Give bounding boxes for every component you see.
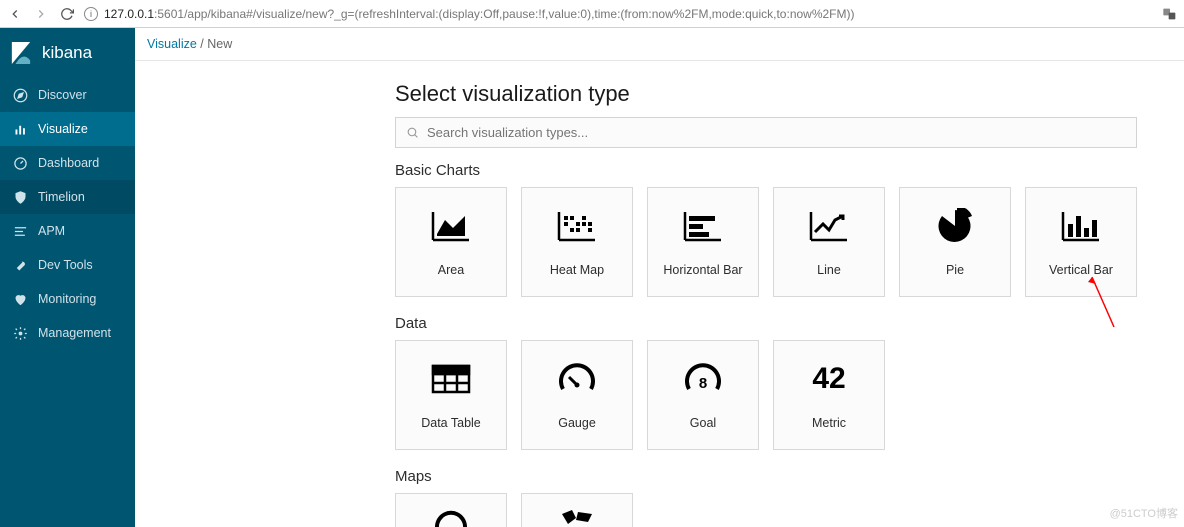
card-vertical-bar[interactable]: Vertical Bar [1025,187,1137,297]
brand-text: kibana [42,43,92,63]
browser-toolbar: i 127.0.0.1:5601/app/kibana#/visualize/n… [0,0,1184,28]
breadcrumb: Visualize / New [135,28,1184,61]
card-metric[interactable]: 42 Metric [773,340,885,450]
sidebar-item-label: Timelion [38,190,85,204]
back-button[interactable] [6,5,24,23]
sidebar-item-management[interactable]: Management [0,316,135,350]
card-pie[interactable]: Pie [899,187,1011,297]
sidebar-item-dashboard[interactable]: Dashboard [0,146,135,180]
section-title-basic: Basic Charts [395,162,1184,179]
sidebar-item-apm[interactable]: APM [0,214,135,248]
card-map-partial-2[interactable] [521,493,633,527]
card-map-partial[interactable] [395,493,507,527]
sidebar-item-label: Monitoring [38,292,96,306]
sidebar-item-label: Discover [38,88,87,102]
horizontal-bar-icon [683,207,723,245]
card-label: Metric [812,416,846,430]
watermark: @51CTO博客 [1110,505,1178,521]
list-icon [12,223,28,239]
region-map-icon [560,508,594,527]
pie-chart-icon [937,207,973,245]
content-area: Select visualization type Basic Charts A… [135,61,1184,527]
card-label: Heat Map [550,263,604,277]
reload-button[interactable] [58,5,76,23]
sidebar-item-label: APM [38,224,65,238]
bar-chart-icon [12,121,28,137]
card-label: Data Table [421,416,481,430]
line-chart-icon [809,207,849,245]
gauge-chart-icon [557,360,597,398]
card-label: Goal [690,416,716,430]
app-root: kibana Discover Visualize Dashboard Time… [0,28,1184,527]
data-row: Data Table Gauge 8 Goal 42 Metric [395,340,1184,450]
forward-button[interactable] [32,5,50,23]
gauge-icon [12,155,28,171]
section-title-data: Data [395,315,1184,332]
compass-icon [12,87,28,103]
breadcrumb-sep: / [197,37,207,51]
sidebar-item-label: Dashboard [38,156,99,170]
card-label: Horizontal Bar [663,263,742,277]
sidebar-item-label: Visualize [38,122,88,136]
address-bar[interactable]: i 127.0.0.1:5601/app/kibana#/visualize/n… [84,7,1154,21]
translate-icon[interactable] [1162,6,1178,22]
card-label: Pie [946,263,964,277]
breadcrumb-root[interactable]: Visualize [147,37,197,51]
shield-icon [12,189,28,205]
info-icon: i [84,7,98,21]
sidebar-item-visualize[interactable]: Visualize [0,112,135,146]
card-label: Area [438,263,464,277]
sidebar: kibana Discover Visualize Dashboard Time… [0,28,135,527]
sidebar-item-label: Management [38,326,111,340]
card-data-table[interactable]: Data Table [395,340,507,450]
card-label: Line [817,263,841,277]
card-area[interactable]: Area [395,187,507,297]
kibana-logo-icon [10,40,32,66]
card-goal[interactable]: 8 Goal [647,340,759,450]
heart-icon [12,291,28,307]
metric-value: 42 [812,362,845,396]
main-content: Visualize / New Select visualization typ… [135,28,1184,527]
brand[interactable]: kibana [0,28,135,78]
card-gauge[interactable]: Gauge [521,340,633,450]
maps-row [395,493,1184,527]
search-input[interactable] [427,125,1126,140]
breadcrumb-current: New [207,37,232,51]
sidebar-item-timelion[interactable]: Timelion [0,180,135,214]
basic-charts-row: Area Heat Map Horizontal Bar Line Pie [395,187,1184,297]
svg-text:8: 8 [699,375,707,392]
table-icon [431,360,471,398]
url-host: 127.0.0.1 [104,7,154,21]
search-icon [406,126,419,139]
globe-icon [434,508,468,527]
card-label: Gauge [558,416,596,430]
wrench-icon [12,257,28,273]
sidebar-item-label: Dev Tools [38,258,93,272]
search-box[interactable] [395,117,1137,148]
sidebar-item-discover[interactable]: Discover [0,78,135,112]
goal-icon: 8 [683,360,723,398]
vertical-bar-icon [1061,207,1101,245]
page-title: Select visualization type [395,81,1184,107]
heatmap-icon [557,207,597,245]
area-chart-icon [431,207,471,245]
sidebar-item-monitoring[interactable]: Monitoring [0,282,135,316]
card-horizontal-bar[interactable]: Horizontal Bar [647,187,759,297]
url-path: :5601/app/kibana#/visualize/new?_g=(refr… [154,7,854,21]
card-line[interactable]: Line [773,187,885,297]
gear-icon [12,325,28,341]
section-title-maps: Maps [395,468,1184,485]
sidebar-item-devtools[interactable]: Dev Tools [0,248,135,282]
card-label: Vertical Bar [1049,263,1113,277]
card-heatmap[interactable]: Heat Map [521,187,633,297]
metric-icon: 42 [812,360,845,398]
